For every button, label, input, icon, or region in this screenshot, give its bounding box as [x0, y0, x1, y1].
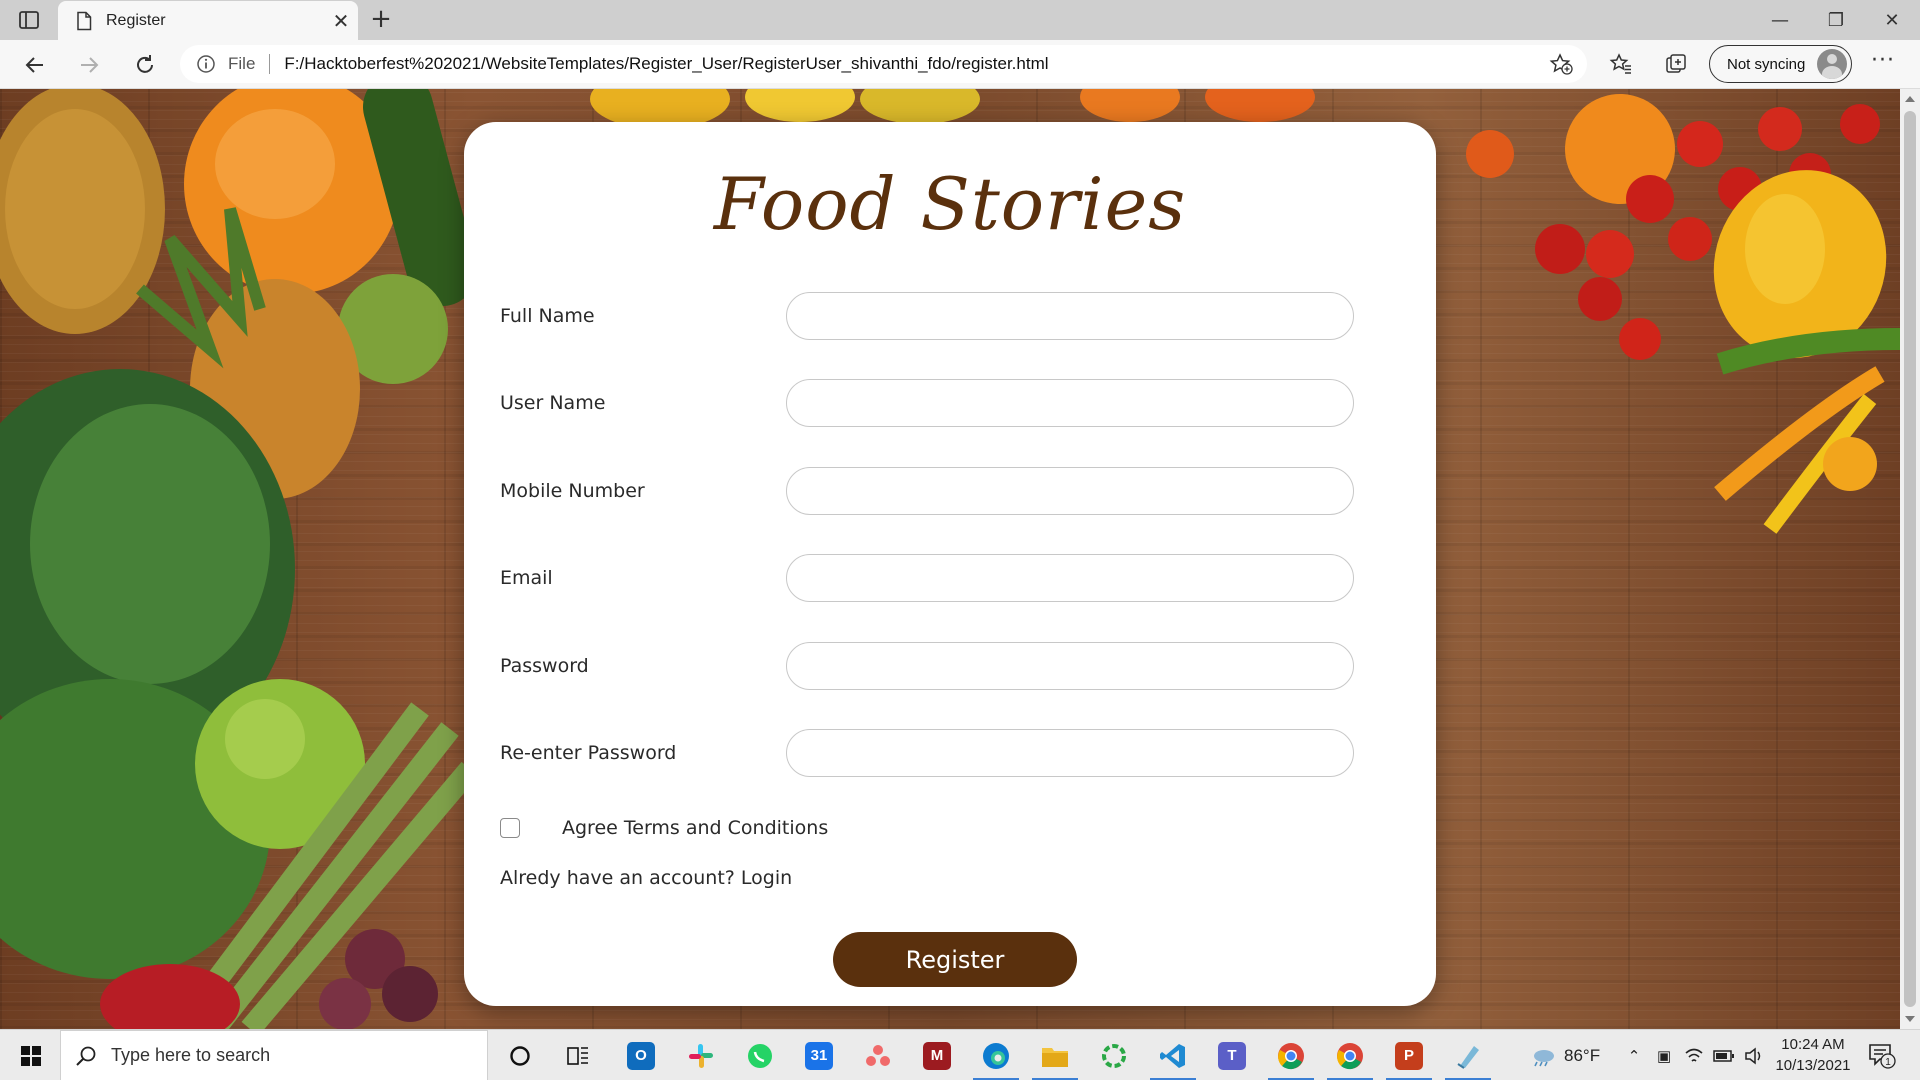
volume-icon[interactable]	[1742, 1044, 1766, 1068]
more-options-icon[interactable]: ···	[1868, 50, 1898, 80]
mendeley-icon[interactable]: M	[908, 1030, 966, 1080]
weather-icon[interactable]	[1530, 1045, 1556, 1067]
mobile-number-label: Mobile Number	[500, 480, 645, 502]
weather-temperature[interactable]: 86°F	[1564, 1046, 1600, 1066]
search-placeholder: Type here to search	[111, 1045, 271, 1065]
terms-label: Agree Terms and Conditions	[562, 817, 829, 839]
system-tray: 86°F ⌃ ▣	[1530, 1030, 1766, 1080]
scroll-thumb[interactable]	[1904, 111, 1916, 1007]
favorites-icon[interactable]	[1608, 51, 1634, 77]
terms-row: Agree Terms and Conditions	[500, 815, 828, 841]
collections-icon[interactable]	[1663, 51, 1689, 77]
page-icon	[77, 11, 92, 30]
password-input[interactable]	[786, 642, 1354, 690]
outlook-icon[interactable]: O	[612, 1030, 670, 1080]
battery-icon[interactable]	[1712, 1044, 1736, 1068]
chrome-icon[interactable]	[1262, 1030, 1320, 1080]
clock-date: 10/13/2021	[1775, 1057, 1851, 1074]
full-name-input[interactable]	[786, 292, 1354, 340]
user-name-row: User Name	[500, 379, 1360, 427]
clock[interactable]: 10:24 AM 10/13/2021	[1770, 1034, 1856, 1076]
scroll-down-icon[interactable]	[1905, 1016, 1915, 1022]
user-name-input[interactable]	[786, 379, 1354, 427]
full-name-row: Full Name	[500, 292, 1360, 340]
meet-now-icon[interactable]: ▣	[1652, 1044, 1676, 1068]
clock-time: 10:24 AM	[1781, 1036, 1845, 1053]
chrome-profile-icon[interactable]	[1321, 1030, 1379, 1080]
url-separator	[269, 54, 271, 74]
password-row: Password	[500, 642, 1360, 690]
profile-sync-button[interactable]: Not syncing	[1709, 45, 1852, 83]
browser-tab-bar: Register ✕ + — ❐ ✕	[0, 0, 1920, 40]
snip-tool-icon[interactable]	[1439, 1030, 1497, 1080]
taskbar: Type here to search O 31 M T P 86°F ⌃ ▣ …	[0, 1029, 1920, 1080]
url-scheme: File	[228, 54, 256, 73]
edge-icon[interactable]	[967, 1030, 1025, 1080]
taskbar-search[interactable]: Type here to search	[60, 1030, 488, 1080]
refresh-app-icon[interactable]	[1085, 1030, 1143, 1080]
mobile-number-row: Mobile Number	[500, 467, 1360, 515]
tab-close-icon[interactable]: ✕	[324, 9, 358, 33]
search-icon	[76, 1046, 96, 1066]
cortana-icon[interactable]	[491, 1030, 549, 1080]
new-tab-icon[interactable]: +	[366, 6, 396, 34]
email-input[interactable]	[786, 554, 1354, 602]
address-bar[interactable]: File F:/Hacktoberfest%202021/WebsiteTemp…	[180, 45, 1587, 83]
restore-icon[interactable]: ❐	[1808, 0, 1864, 40]
vscode-icon[interactable]	[1144, 1030, 1202, 1080]
refresh-icon[interactable]	[130, 50, 160, 80]
email-label: Email	[500, 567, 553, 589]
forward-icon[interactable]	[74, 50, 104, 80]
re-enter-password-label: Re-enter Password	[500, 742, 677, 764]
google-calendar-icon[interactable]: 31	[790, 1030, 848, 1080]
full-name-label: Full Name	[500, 305, 595, 327]
slack-icon[interactable]	[672, 1030, 730, 1080]
back-icon[interactable]	[20, 50, 50, 80]
url-text[interactable]: F:/Hacktoberfest%202021/WebsiteTemplates…	[284, 54, 1048, 74]
close-window-icon[interactable]: ✕	[1864, 0, 1920, 40]
browser-tab[interactable]: Register ✕	[58, 1, 358, 40]
login-link[interactable]: Alredy have an account? Login	[500, 867, 792, 889]
asana-icon[interactable]	[849, 1030, 907, 1080]
tab-title: Register	[106, 11, 166, 29]
minimize-icon[interactable]: —	[1752, 0, 1808, 40]
powerpoint-icon[interactable]: P	[1380, 1030, 1438, 1080]
register-button[interactable]: Register	[833, 932, 1077, 987]
brand-title: Food Stories	[713, 162, 1187, 246]
email-row: Email	[500, 554, 1360, 602]
scroll-up-icon[interactable]	[1905, 96, 1915, 102]
notifications-icon[interactable]: 1	[1866, 1040, 1896, 1070]
task-view-icon[interactable]	[549, 1030, 607, 1080]
password-label: Password	[500, 655, 589, 677]
add-favorite-icon[interactable]	[1549, 53, 1573, 75]
sync-label: Not syncing	[1727, 55, 1806, 73]
info-icon[interactable]	[196, 54, 216, 74]
tab-actions-icon[interactable]	[18, 9, 40, 31]
mobile-number-input[interactable]	[786, 467, 1354, 515]
avatar	[1817, 49, 1847, 79]
browser-toolbar: File F:/Hacktoberfest%202021/WebsiteTemp…	[0, 40, 1920, 89]
wifi-icon[interactable]	[1682, 1044, 1706, 1068]
whatsapp-icon[interactable]	[731, 1030, 789, 1080]
user-name-label: User Name	[500, 392, 606, 414]
chevron-up-icon[interactable]: ⌃	[1622, 1044, 1646, 1068]
re-enter-password-row: Re-enter Password	[500, 729, 1360, 777]
notification-count: 1	[1885, 1057, 1891, 1068]
window-controls: — ❐ ✕	[1752, 0, 1920, 40]
terms-checkbox[interactable]	[500, 818, 520, 838]
re-enter-password-input[interactable]	[786, 729, 1354, 777]
teams-icon[interactable]: T	[1203, 1030, 1261, 1080]
windows-start-icon[interactable]	[8, 1030, 54, 1080]
page-scrollbar[interactable]	[1900, 89, 1920, 1029]
file-explorer-icon[interactable]	[1026, 1030, 1084, 1080]
register-card: Food Stories Full Name User Name Mobile …	[464, 122, 1436, 1006]
